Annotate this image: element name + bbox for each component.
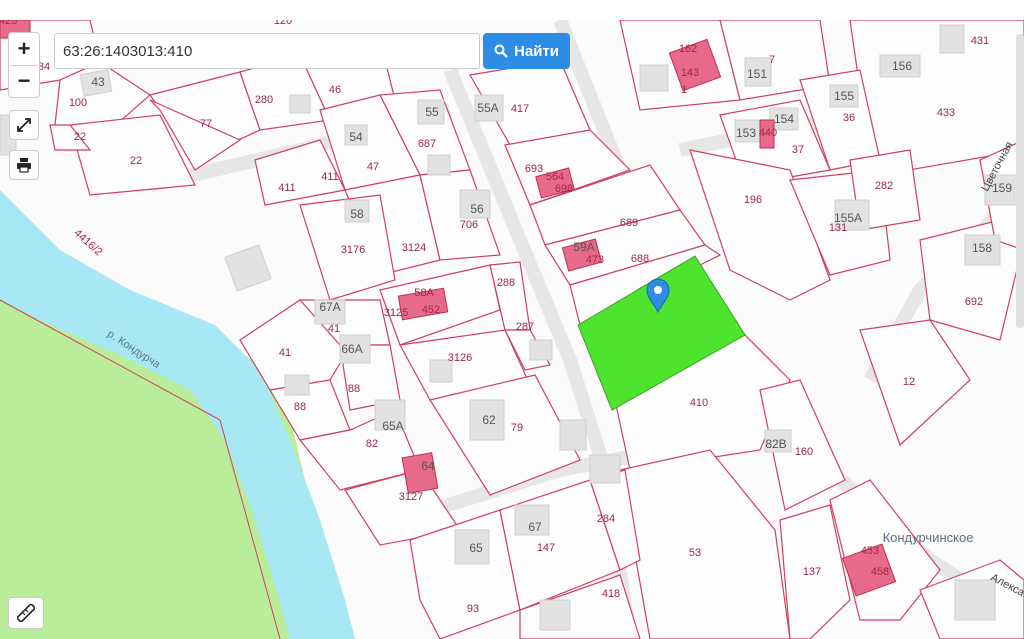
parcel-label: 37: [792, 144, 804, 156]
parcel-label: 22: [130, 155, 142, 167]
parcel-label: 280: [255, 94, 273, 106]
parcel-label: 88: [294, 401, 306, 413]
parcel-label: 66А: [341, 342, 362, 356]
parcel-label: 688: [631, 253, 649, 265]
parcel-label: 65А: [382, 419, 403, 433]
parcel-label: 162: [679, 43, 697, 55]
parcel-label: 155: [834, 89, 854, 103]
parcel-label: 53: [689, 547, 701, 559]
parcel-label: 473: [586, 254, 604, 266]
parcel-label: 418: [602, 588, 620, 600]
parcel-label: 46: [329, 84, 341, 96]
parcel-label: 12: [903, 376, 915, 388]
parcel-label: 689: [620, 217, 638, 229]
parcel-label: 41: [328, 323, 340, 335]
parcel-label: 82В: [765, 437, 786, 451]
top-band: [0, 0, 1024, 20]
parcel-label: 1: [681, 84, 687, 96]
parcel-label: 65: [469, 541, 483, 555]
parcel-label: 82: [366, 438, 378, 450]
search-icon: [494, 44, 508, 58]
find-button[interactable]: Найти: [483, 33, 570, 69]
parcel-label: 54: [349, 130, 363, 144]
parcel-label: 131: [829, 222, 847, 234]
parcel-label: 143: [681, 67, 699, 79]
parcel-label: 433: [937, 107, 955, 119]
parcel-label: 137: [803, 566, 821, 578]
fullscreen-button[interactable]: [9, 110, 39, 140]
parcel-label: 158: [972, 241, 992, 255]
parcel-label: 22: [74, 131, 86, 143]
parcel-label: 67: [528, 520, 542, 534]
parcel-label: 151: [747, 67, 767, 81]
ruler-button[interactable]: [8, 597, 44, 629]
parcel-label: 43: [91, 75, 105, 89]
parcel-label: 3125: [384, 307, 408, 319]
parcel-label: 564: [546, 171, 564, 183]
parcel-label: 147: [537, 542, 555, 554]
parcel-label: 3124: [402, 242, 426, 254]
parcel-label: 458: [871, 566, 889, 578]
parcel-label: 282: [875, 180, 893, 192]
parcel-label: 47: [367, 161, 379, 173]
parcel-label: 55: [425, 105, 439, 119]
parcel-label: 440: [759, 127, 777, 139]
parcel-label: 693: [525, 163, 543, 175]
parcel-label: 100: [69, 97, 87, 109]
scrollbar[interactable]: [1016, 34, 1024, 328]
parcel-label: 4416/2: [71, 227, 104, 258]
parcel-label: 3126: [448, 352, 472, 364]
parcel-label: 431: [971, 35, 989, 47]
parcel-label: 3127: [399, 491, 423, 503]
parcel-label: 284: [597, 513, 615, 525]
parcel-label: 706: [460, 219, 478, 231]
find-button-label: Найти: [514, 42, 559, 60]
parcel-label: 196: [744, 194, 762, 206]
parcel-label: 410: [690, 397, 708, 409]
parcel-label: 36: [843, 112, 855, 124]
parcel-label: 88: [348, 383, 360, 395]
parcel-label: 417: [511, 103, 529, 115]
parcel-label: 59А: [573, 240, 594, 254]
parcel-label: 56: [470, 202, 484, 216]
parcel-label: 153: [736, 126, 756, 140]
parcel-label: 692: [965, 296, 983, 308]
parcel-label: 698: [555, 183, 573, 195]
parcel-label: 67А: [319, 300, 340, 314]
zoom-control: + −: [8, 32, 40, 98]
parcel-label: 58: [350, 207, 364, 221]
parcel-label: 93: [467, 603, 479, 615]
parcel-label: 288: [497, 277, 515, 289]
parcel-label: 411: [321, 171, 339, 183]
parcel-label: 64: [421, 459, 435, 473]
parcel-label: 160: [795, 446, 813, 458]
ruler-icon: [17, 604, 35, 622]
parcel-label: 55А: [477, 101, 498, 115]
cadastral-map[interactable]: 425 34 120 43 100 280 46 77 22 22 55 687…: [0, 0, 1024, 639]
parcel-label: 453: [861, 545, 879, 557]
parcel-label: 411: [278, 182, 296, 194]
parcel-label: 687: [418, 138, 436, 150]
search-input[interactable]: [54, 33, 480, 69]
village-label: Кондурчинское: [883, 530, 974, 545]
parcel-label: 77: [200, 118, 212, 130]
print-button[interactable]: [9, 150, 39, 180]
plus-icon[interactable]: +: [8, 33, 40, 65]
parcel-label: 154: [774, 112, 794, 126]
fullscreen-icon: [17, 118, 31, 132]
parcel-label: 156: [892, 59, 912, 73]
parcel-label: 287: [516, 321, 534, 333]
minus-icon[interactable]: −: [8, 65, 40, 97]
print-icon: [17, 158, 31, 173]
parcel-label: 452: [422, 304, 440, 316]
parcel-label: 41: [279, 347, 291, 359]
parcel-label: 3176: [341, 244, 365, 256]
parcel-label: 62: [482, 413, 496, 427]
parcel-label: 58А: [414, 287, 434, 299]
parcel-label: 7: [769, 54, 775, 66]
parcel-label: 79: [511, 422, 523, 434]
